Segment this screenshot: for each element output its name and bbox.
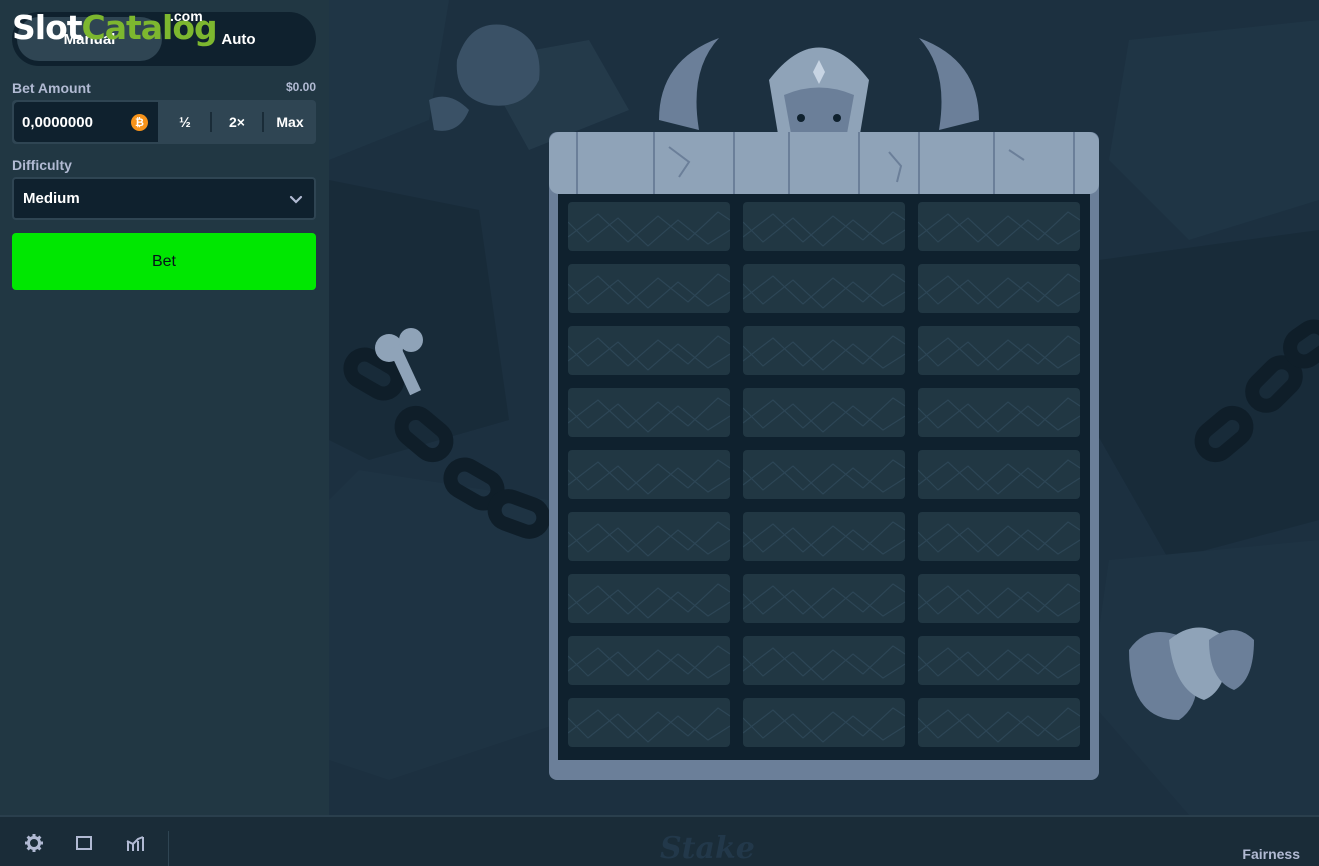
bet-amount-input[interactable]: 0,0000000 ₿ [14, 102, 158, 142]
bitcoin-icon: ₿ [131, 114, 148, 131]
tower-tile[interactable] [918, 636, 1080, 685]
tower-tile[interactable] [568, 202, 730, 251]
bet-amount-value: 0,0000000 [22, 113, 93, 131]
watermark-slot: Slot [12, 8, 83, 47]
stake-logo: Stake [660, 831, 755, 866]
tower-tile[interactable] [918, 574, 1080, 623]
tower-tile[interactable] [918, 388, 1080, 437]
tower-tile[interactable] [743, 450, 905, 499]
difficulty-label: Difficulty [12, 157, 72, 173]
tower-tile[interactable] [918, 326, 1080, 375]
slotcatalog-watermark: SlotCatalog .com [12, 8, 218, 54]
bet-sidebar: Manual Auto SlotCatalog .com Bet Amount … [0, 0, 329, 815]
fairness-link[interactable]: Fairness [1242, 846, 1300, 862]
tower-tile[interactable] [918, 450, 1080, 499]
live-stats-icon[interactable] [125, 833, 145, 853]
half-bet-button[interactable]: ½ [160, 102, 210, 142]
footer-bar: Stake Fairness [0, 815, 1319, 866]
tower-tile[interactable] [743, 326, 905, 375]
tower-tile[interactable] [918, 264, 1080, 313]
tower-battlement [549, 132, 1099, 194]
tower-tile[interactable] [743, 698, 905, 747]
bet-amount-label: Bet Amount [12, 80, 91, 96]
tower-tile[interactable] [568, 636, 730, 685]
dragon-tower-app: Manual Auto SlotCatalog .com Bet Amount … [0, 0, 1319, 866]
tower-tile[interactable] [568, 450, 730, 499]
tower-tile[interactable] [743, 388, 905, 437]
max-bet-button[interactable]: Max [264, 102, 316, 142]
tower-tile[interactable] [568, 326, 730, 375]
settings-icon[interactable] [24, 833, 44, 853]
tower-tile[interactable] [918, 698, 1080, 747]
tower-tile[interactable] [918, 202, 1080, 251]
bet-amount-row: 0,0000000 ₿ ½ 2× Max [12, 100, 316, 144]
bet-usd-value: $0.00 [285, 80, 316, 94]
tower-tile[interactable] [918, 512, 1080, 561]
double-bet-button[interactable]: 2× [211, 102, 263, 142]
tower-tile[interactable] [568, 388, 730, 437]
bet-button[interactable]: Bet [12, 233, 316, 290]
difficulty-select[interactable]: Medium [12, 177, 316, 220]
tower-tile[interactable] [568, 574, 730, 623]
watermark-com: .com [170, 8, 203, 24]
tower-tile[interactable] [568, 698, 730, 747]
footer-divider [168, 831, 169, 866]
tower-tile[interactable] [743, 202, 905, 251]
theatre-mode-icon[interactable] [74, 833, 94, 853]
tower-tile[interactable] [568, 264, 730, 313]
game-board [329, 0, 1319, 815]
tower-tile[interactable] [743, 512, 905, 561]
tower-tile[interactable] [568, 512, 730, 561]
tower-tile[interactable] [743, 636, 905, 685]
tower-tile[interactable] [743, 264, 905, 313]
difficulty-value: Medium [23, 190, 80, 207]
chevron-down-icon [289, 195, 303, 204]
tower-tile[interactable] [743, 574, 905, 623]
tower-grid [558, 194, 1090, 760]
